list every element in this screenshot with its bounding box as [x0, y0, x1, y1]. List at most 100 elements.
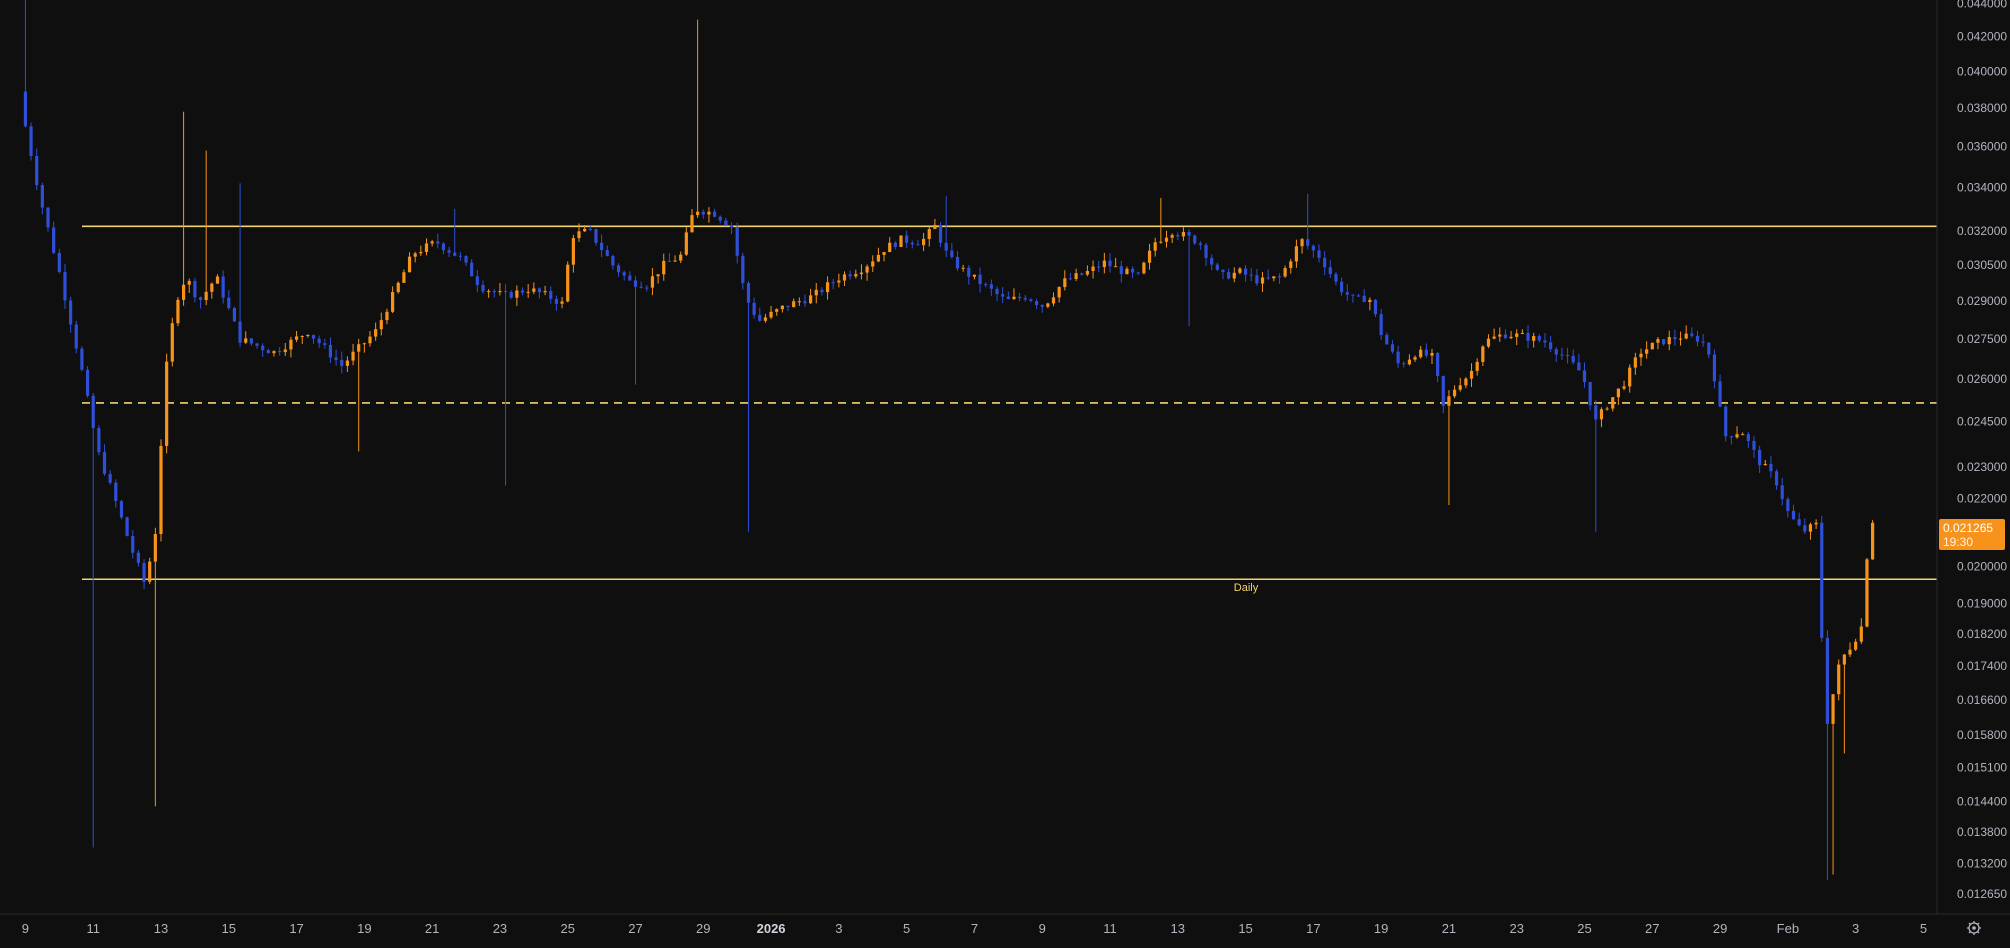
candle-body-down	[605, 250, 609, 256]
candle-body-up	[215, 276, 220, 284]
candle-body-up	[1735, 434, 1739, 438]
candle-body-down	[594, 229, 598, 243]
candle-body-up	[1859, 626, 1863, 642]
candle-body-down	[1746, 434, 1750, 441]
candle-body-down	[1797, 519, 1801, 526]
candle-body-down	[549, 291, 553, 299]
candle-body-down	[554, 298, 559, 304]
candle-body-down	[1345, 292, 1349, 295]
candle-body-up	[797, 301, 801, 303]
candle-body-down	[1707, 342, 1711, 355]
candle-body-up	[153, 534, 157, 562]
candle-body-up	[272, 351, 276, 354]
candle-body-down	[1549, 342, 1553, 350]
candle-body-up	[1741, 434, 1745, 436]
candle-body-up	[1599, 409, 1604, 420]
time-tick-label: 15	[222, 921, 236, 936]
candle-body-down	[537, 288, 542, 293]
candle-body-up	[780, 305, 784, 310]
time-tick-label: 13	[154, 921, 168, 936]
candle-body-down	[441, 243, 446, 251]
candle-body-down	[950, 250, 954, 257]
candle-body-down	[340, 359, 344, 366]
candle-body-up	[1475, 361, 1479, 371]
chart-canvas[interactable]: Daily 0.044000 0.042000 0.040000 0.038000 0.…	[0, 0, 2010, 943]
candle-body-down	[1351, 294, 1355, 296]
candle-body-up	[972, 274, 977, 277]
candle-body-down	[492, 291, 496, 293]
price-tick-label: 0.019000	[1957, 596, 2007, 610]
candle-body-down	[1340, 281, 1344, 293]
candle-body-up	[1831, 694, 1835, 724]
candle-body-down	[1390, 344, 1395, 352]
candle-body-down	[1034, 301, 1039, 305]
candle-body-up	[1616, 388, 1621, 398]
price-tick-label: 0.042000	[1957, 29, 2007, 43]
candle-body-down	[628, 275, 632, 281]
candle-body-up	[775, 309, 779, 312]
candle-body-up	[1091, 266, 1095, 271]
candle-body-down	[1690, 333, 1694, 336]
price-tick-label: 0.018200	[1957, 627, 2007, 641]
time-tick-label: 21	[425, 921, 439, 936]
time-tick-label: 19	[357, 921, 371, 936]
candle-body-up	[419, 251, 423, 254]
candle-body-down	[729, 225, 734, 228]
candle-body-up	[837, 280, 841, 283]
candle-body-up	[1656, 339, 1660, 343]
candle-body-up	[1114, 266, 1118, 268]
candle-body-down	[464, 256, 468, 263]
candle-body-up	[679, 254, 683, 261]
candle-body-down	[944, 242, 948, 251]
candle-body-down	[1396, 351, 1400, 364]
candle-body-up	[1848, 649, 1852, 655]
candle-body-down	[221, 276, 225, 298]
candle-body-up	[1283, 268, 1287, 277]
candle-body-up	[961, 267, 965, 269]
candle-body-down	[905, 235, 909, 243]
candle-body-up	[1842, 654, 1846, 665]
candle-body-down	[40, 185, 44, 208]
candle-body-up	[1854, 641, 1858, 650]
price-tick-label: 0.030500	[1957, 258, 2007, 272]
candle-body-up	[1407, 359, 1411, 365]
candle-body-down	[436, 241, 440, 244]
candle-body-down	[978, 274, 982, 285]
candle-body-down	[1724, 406, 1728, 437]
chart-background	[0, 0, 2010, 943]
settings-gear-icon[interactable]	[1967, 921, 1981, 935]
candle-body-up	[566, 264, 570, 302]
price-tag-value: 0.021265	[1943, 521, 1993, 535]
candle-body-down	[142, 562, 146, 582]
candle-body-up	[921, 238, 926, 246]
time-tick-label: 17	[1306, 921, 1320, 936]
candle-body-down	[470, 262, 474, 277]
time-tick-label: 19	[1374, 921, 1388, 936]
candle-body-up	[1498, 334, 1502, 337]
candle-body-down	[1503, 334, 1508, 339]
candle-body-down	[1379, 314, 1383, 335]
time-tick-label: 5	[1920, 921, 1927, 936]
candle-body-up	[842, 274, 847, 281]
candle-body-down	[1537, 336, 1541, 341]
candle-body-down	[1080, 273, 1084, 275]
candle-body-down	[1825, 637, 1830, 724]
candle-body-down	[1774, 471, 1779, 486]
price-chart[interactable]: Daily 0.044000 0.042000 0.040000 0.038000 0.…	[0, 0, 2010, 943]
candle-body-up	[1074, 273, 1078, 279]
candle-body-down	[1424, 349, 1428, 356]
candle-body-down	[1097, 266, 1101, 268]
candle-body-down	[1001, 294, 1005, 297]
candle-body-up	[814, 289, 818, 296]
candle-body-up	[1486, 338, 1491, 347]
price-tick-label: 0.020000	[1957, 560, 2007, 574]
candle-body-down	[712, 211, 717, 217]
candle-body-up	[1865, 559, 1869, 627]
candle-body-up	[306, 334, 310, 337]
candle-body-down	[85, 369, 90, 396]
candle-body-down	[114, 482, 118, 502]
candle-body-down	[193, 280, 197, 298]
candle-body-up	[656, 274, 660, 277]
candle-body-down	[1040, 304, 1044, 307]
candle-body-down	[1820, 522, 1824, 638]
